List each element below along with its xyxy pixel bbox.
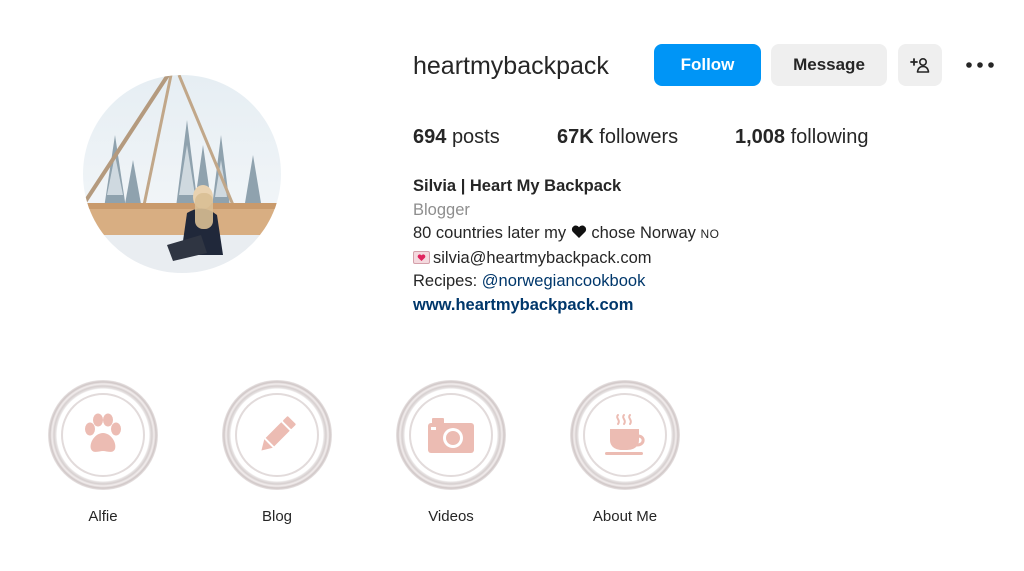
highlight-label: Videos [428, 508, 474, 525]
highlight-label: Alfie [88, 508, 118, 525]
highlight-blog[interactable]: Blog [221, 380, 333, 525]
bio-line1-after: chose Norway [591, 224, 696, 242]
coffee-cup-icon [605, 414, 645, 455]
highlight-alfie[interactable]: Alfie [47, 380, 159, 525]
love-letter-icon [413, 250, 430, 264]
avatar-photo [83, 75, 281, 273]
more-options-icon [966, 62, 994, 68]
suggested-accounts-button[interactable] [898, 44, 942, 86]
highlight-cover [235, 393, 319, 477]
website-link[interactable]: www.heartmybackpack.com [413, 296, 633, 314]
more-options-button[interactable] [962, 52, 998, 78]
highlight-cover [61, 393, 145, 477]
followers-label: followers [599, 126, 679, 148]
posts-count: 694 [413, 126, 447, 148]
followers-count: 67K [557, 126, 594, 148]
following-label: following [790, 126, 869, 148]
following-stat[interactable]: 1,008 following [735, 124, 868, 150]
highlight-ring [570, 380, 680, 490]
highlight-ring [222, 380, 332, 490]
full-name: Silvia | Heart My Backpack [413, 177, 622, 195]
message-button[interactable]: Message [771, 44, 887, 86]
bio-recipes-line: Recipes: @norwegiancookbook [413, 270, 719, 294]
bio-website-line: www.heartmybackpack.com [413, 294, 719, 318]
highlight-label: Blog [261, 508, 293, 525]
profile-bio: Silvia | Heart My Backpack Blogger 80 co… [413, 175, 719, 317]
profile-category: Blogger [413, 200, 470, 219]
following-count: 1,008 [735, 126, 786, 148]
pencil-icon [261, 416, 296, 451]
highlight-cover [409, 393, 493, 477]
recipes-mention-link[interactable]: @norwegiancookbook [482, 272, 646, 290]
highlight-ring [396, 380, 506, 490]
highlight-cover [583, 393, 667, 477]
heart-icon [571, 225, 586, 238]
bio-email-line: silvia@heartmybackpack.com [413, 247, 719, 271]
camera-icon [428, 418, 474, 453]
posts-label: posts [451, 126, 500, 148]
add-person-icon [910, 57, 930, 73]
recipes-prefix: Recipes: [413, 272, 478, 290]
norway-flag-icon: NO [700, 227, 720, 241]
paw-icon [85, 413, 121, 452]
highlight-ring [48, 380, 158, 490]
posts-stat: 694 posts [413, 124, 500, 150]
avatar[interactable] [83, 75, 281, 273]
bio-line1-before: 80 countries later my [413, 224, 567, 242]
bio-line-countries: 80 countries later my chose Norway NO [413, 222, 719, 247]
highlight-about-me[interactable]: About Me [569, 380, 681, 525]
profile-username: heartmybackpack [413, 52, 609, 80]
follow-button[interactable]: Follow [654, 44, 761, 86]
highlight-videos[interactable]: Videos [395, 380, 507, 525]
followers-stat[interactable]: 67K followers [557, 124, 678, 150]
bio-email: silvia@heartmybackpack.com [433, 248, 652, 267]
highlight-label: About Me [592, 508, 658, 525]
